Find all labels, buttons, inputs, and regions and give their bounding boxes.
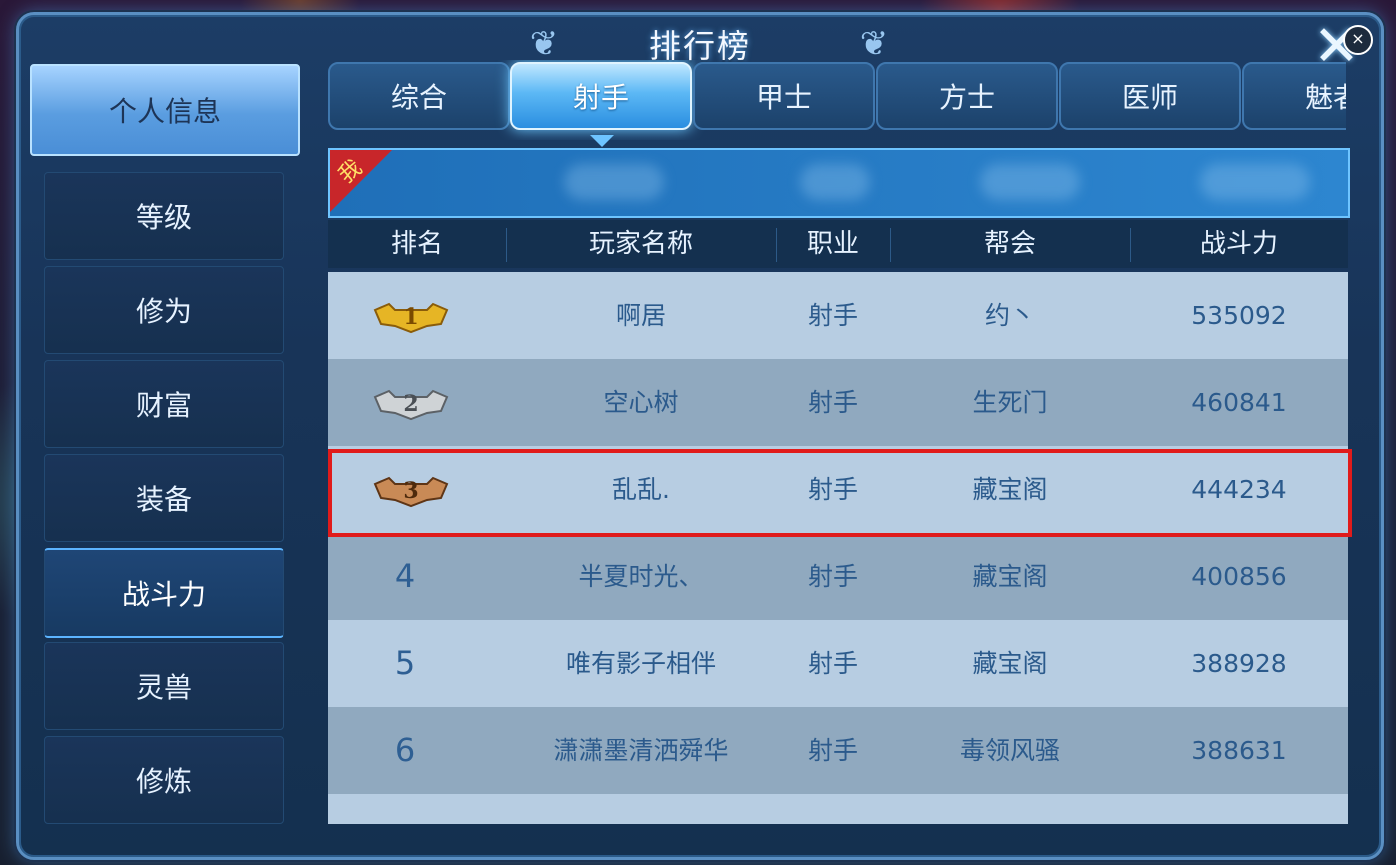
player-guild: 藏宝阁 bbox=[972, 649, 1048, 678]
player-power: 388631 bbox=[1191, 736, 1287, 765]
class-tabs: 综合 射手 甲士 方士 医师 魅者 bbox=[310, 60, 1346, 140]
player-power: 460841 bbox=[1191, 388, 1287, 417]
sidebar: 个人信息 等级 修为 财富 装备 战斗力 灵兽 修炼 bbox=[30, 64, 300, 824]
tab-label: 方士 bbox=[938, 81, 995, 114]
sidebar-item-combat-power[interactable]: 战斗力 bbox=[44, 548, 284, 638]
table-row[interactable]: 4 半夏时光、 射手 藏宝阁 400856 bbox=[328, 533, 1348, 620]
medal-number: 2 bbox=[403, 391, 418, 417]
player-power: 444234 bbox=[1191, 475, 1287, 504]
table-header: 排名 玩家名称 职业 帮会 战斗力 bbox=[328, 220, 1348, 268]
rank-number: 6 bbox=[394, 731, 416, 769]
ranking-list: 1 啊居 射手 约丶 535092 2 空心树 射手 生死门 460841 3 … bbox=[328, 272, 1348, 824]
sidebar-item-equipment[interactable]: 装备 bbox=[44, 454, 284, 542]
player-guild: 约丶 bbox=[984, 301, 1035, 330]
sidebar-item-level[interactable]: 等级 bbox=[44, 172, 284, 260]
header-rank: 排名 bbox=[390, 229, 443, 259]
sidebar-item-label: 装备 bbox=[135, 483, 192, 516]
blurred-power bbox=[1200, 164, 1310, 200]
player-power: 535092 bbox=[1191, 301, 1287, 330]
player-name: 唯有影子相伴 bbox=[565, 649, 716, 678]
table-row[interactable]: 1 啊居 射手 约丶 535092 bbox=[328, 272, 1348, 359]
sidebar-item-label: 修为 bbox=[135, 295, 192, 328]
rank-number: 5 bbox=[394, 644, 416, 682]
tab-overall[interactable]: 综合 bbox=[328, 62, 510, 130]
rank-number: 4 bbox=[394, 557, 416, 595]
player-class: 射手 bbox=[807, 562, 858, 591]
sidebar-item-spirit-beast[interactable]: 灵兽 bbox=[44, 642, 284, 730]
player-class: 射手 bbox=[807, 388, 858, 417]
table-row[interactable] bbox=[328, 794, 1348, 824]
bronze-medal-icon: 3 bbox=[373, 476, 449, 508]
table-row[interactable]: 6 潇潇墨清洒舜华 射手 毒领风骚 388631 bbox=[328, 707, 1348, 794]
close-circle-icon: × bbox=[1343, 25, 1373, 55]
header-combat-power: 战斗力 bbox=[1199, 229, 1278, 259]
table-row[interactable]: 2 空心树 射手 生死门 460841 bbox=[328, 359, 1348, 446]
player-name: 啊居 bbox=[615, 301, 666, 330]
blurred-name bbox=[800, 164, 870, 200]
header-class: 职业 bbox=[806, 229, 859, 259]
gold-medal-icon: 1 bbox=[373, 302, 449, 334]
sidebar-item-label: 战斗力 bbox=[121, 578, 206, 611]
tab-label: 综合 bbox=[390, 81, 447, 114]
medal-number: 1 bbox=[403, 304, 418, 330]
sidebar-item-profile[interactable]: 个人信息 bbox=[30, 64, 300, 156]
tab-healer[interactable]: 医师 bbox=[1059, 62, 1241, 130]
tab-label: 魅者 bbox=[1304, 81, 1346, 114]
blurred-class bbox=[980, 164, 1080, 200]
tab-pointer-icon bbox=[590, 135, 614, 147]
header-guild: 帮会 bbox=[983, 229, 1036, 259]
medal-number: 3 bbox=[403, 478, 418, 504]
player-power: 388928 bbox=[1191, 649, 1287, 678]
sidebar-item-label: 灵兽 bbox=[135, 671, 192, 704]
sidebar-item-training[interactable]: 修炼 bbox=[44, 736, 284, 824]
player-power: 400856 bbox=[1191, 562, 1287, 591]
tab-archer[interactable]: 射手 bbox=[510, 62, 692, 130]
tab-label: 射手 bbox=[572, 81, 629, 114]
tab-charmer[interactable]: 魅者 bbox=[1242, 62, 1346, 130]
header-player-name: 玩家名称 bbox=[588, 229, 693, 259]
player-guild: 生死门 bbox=[972, 388, 1048, 417]
player-guild: 毒领风骚 bbox=[959, 736, 1060, 765]
table-row[interactable]: 3 乱乱. 射手 藏宝阁 444234 bbox=[328, 446, 1348, 533]
player-class: 射手 bbox=[807, 649, 858, 678]
player-class: 射手 bbox=[807, 475, 858, 504]
silver-medal-icon: 2 bbox=[373, 389, 449, 421]
table-row[interactable]: 5 唯有影子相伴 射手 藏宝阁 388928 bbox=[328, 620, 1348, 707]
sidebar-item-label: 个人信息 bbox=[108, 95, 221, 128]
player-guild: 藏宝阁 bbox=[972, 562, 1048, 591]
sidebar-item-wealth[interactable]: 财富 bbox=[44, 360, 284, 448]
player-name: 潇潇墨清洒舜华 bbox=[553, 736, 729, 765]
tab-label: 医师 bbox=[1121, 81, 1178, 114]
sidebar-item-cultivation[interactable]: 修为 bbox=[44, 266, 284, 354]
sidebar-item-label: 等级 bbox=[135, 201, 192, 234]
tab-label: 甲士 bbox=[755, 81, 812, 114]
player-name: 空心树 bbox=[603, 388, 679, 417]
sidebar-item-label: 财富 bbox=[135, 389, 192, 422]
my-rank-row[interactable]: 我 bbox=[328, 148, 1350, 218]
player-class: 射手 bbox=[807, 301, 858, 330]
tab-warrior[interactable]: 甲士 bbox=[693, 62, 875, 130]
player-name: 半夏时光、 bbox=[578, 562, 704, 591]
player-class: 射手 bbox=[807, 736, 858, 765]
player-name: 乱乱. bbox=[612, 475, 670, 504]
sidebar-item-label: 修炼 bbox=[135, 765, 192, 798]
blurred-rank bbox=[564, 164, 664, 200]
tab-mage[interactable]: 方士 bbox=[876, 62, 1058, 130]
player-guild: 藏宝阁 bbox=[972, 475, 1048, 504]
